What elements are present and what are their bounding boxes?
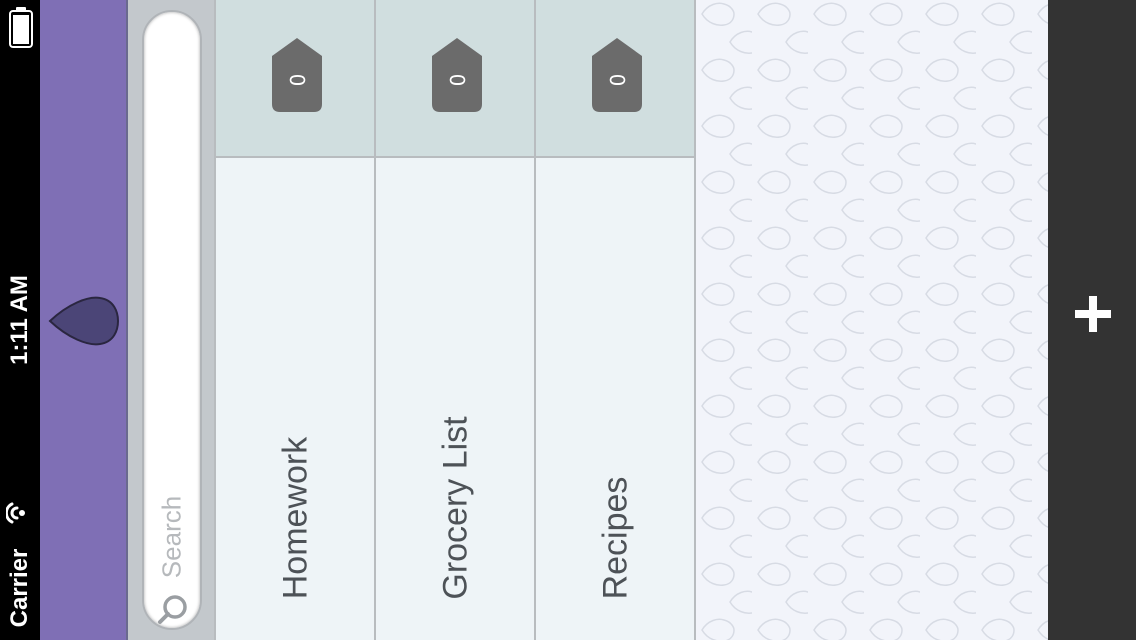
drop-pattern — [696, 0, 1048, 640]
list-title: Grocery List — [436, 416, 475, 600]
background-pattern — [696, 0, 1048, 640]
list-title: Homework — [276, 436, 315, 600]
status-time: 1:11 AM — [6, 275, 33, 365]
list-title: Recipes — [596, 476, 635, 600]
list-header: 0 — [216, 0, 374, 158]
search-bar: Search — [126, 0, 214, 640]
status-bar: 1:11 AM Carrier — [0, 0, 40, 640]
search-input[interactable]: Search — [142, 10, 202, 630]
item-count: 0 — [285, 73, 309, 87]
list-item-recipes[interactable]: 0 Recipes — [534, 0, 696, 640]
right-toolbar — [1048, 0, 1136, 640]
list-item-homework[interactable]: 0 Homework — [214, 0, 374, 640]
battery-icon — [9, 7, 33, 48]
search-icon — [158, 595, 187, 624]
carrier-label: Carrier — [6, 548, 33, 628]
plus-icon — [1075, 296, 1111, 332]
item-count: 0 — [605, 73, 629, 87]
wifi-icon — [6, 502, 25, 524]
list-item-grocery-list[interactable]: 0 Grocery List — [374, 0, 534, 640]
item-count: 0 — [445, 73, 469, 87]
search-placeholder: Search — [156, 495, 187, 579]
drop-icon[interactable] — [48, 294, 120, 348]
app-bar — [40, 0, 126, 640]
add-list-button[interactable] — [1068, 286, 1118, 342]
list-header: 0 — [376, 0, 534, 158]
list-header: 0 — [536, 0, 694, 158]
